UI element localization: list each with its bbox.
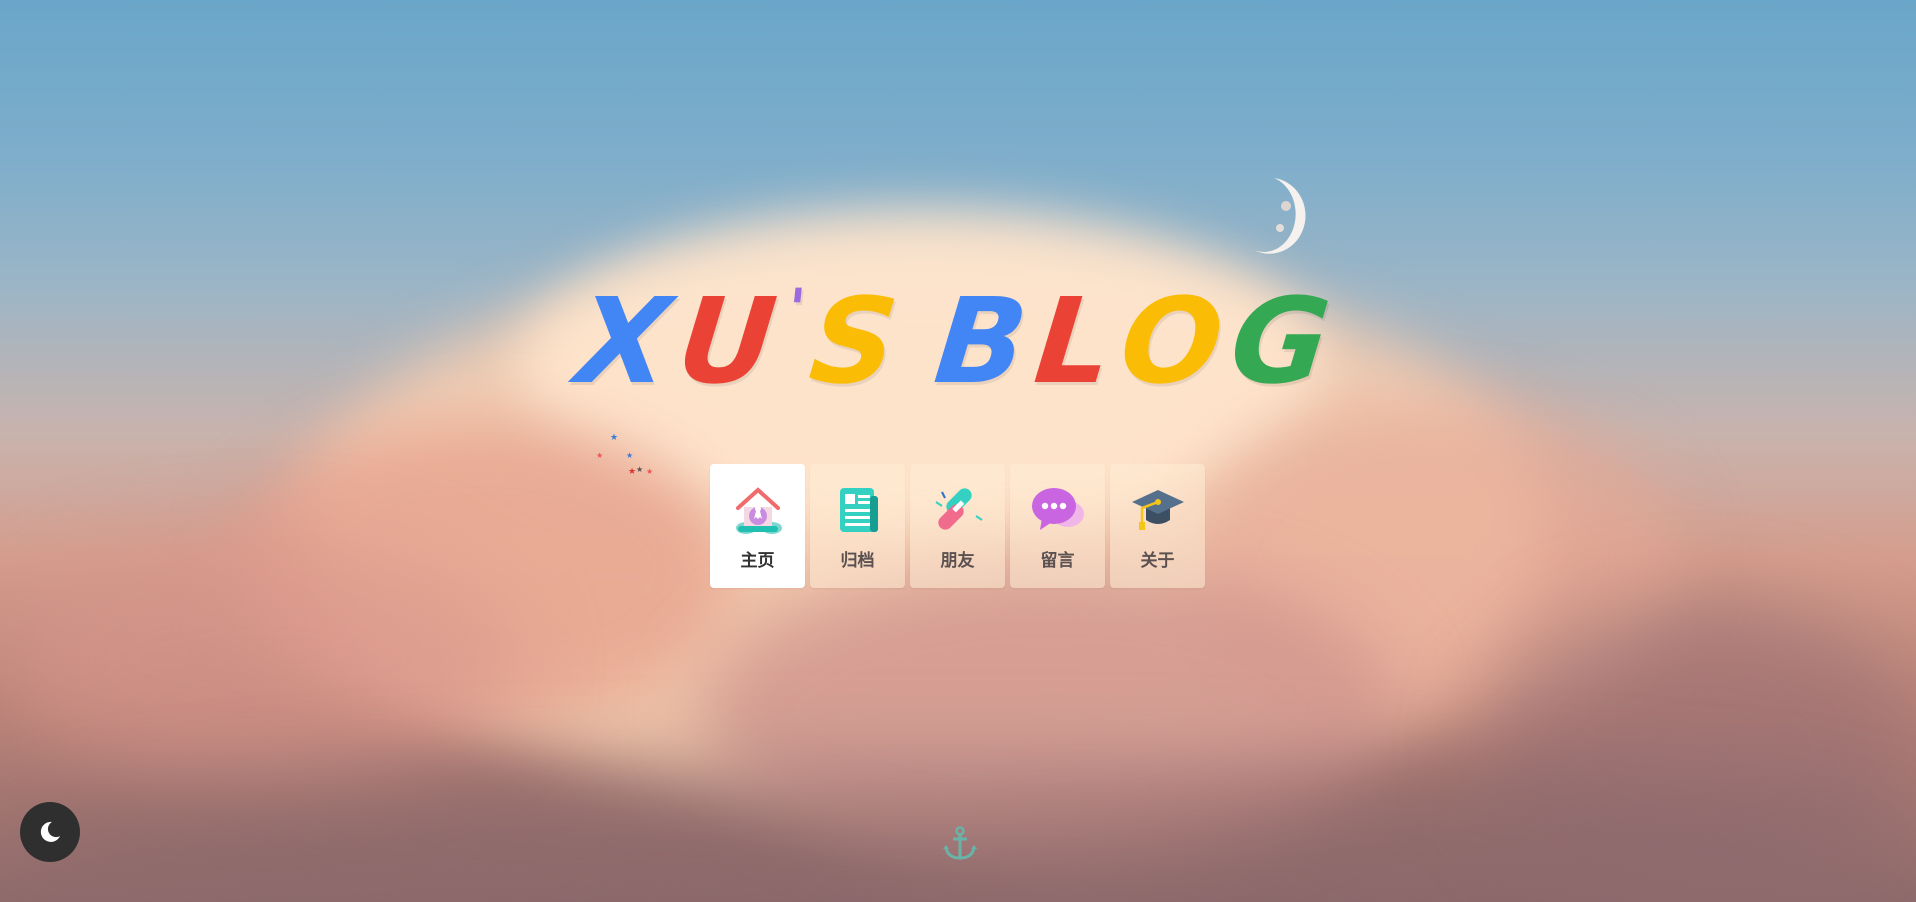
sparkle-decoration: ★ ★ ★ ★ ★ ★: [596, 433, 653, 477]
nav-label-archive: 归档: [840, 551, 875, 571]
svg-text:★: ★: [628, 467, 636, 477]
svg-text:★: ★: [626, 451, 633, 460]
nav-item-archive[interactable]: 归档: [810, 464, 905, 588]
moon-decoration: [1254, 178, 1306, 254]
title-letter: S: [803, 272, 914, 410]
svg-text:★: ★: [646, 467, 653, 476]
title-letter: O: [1113, 272, 1239, 410]
nav-item-friends[interactable]: 朋友: [910, 464, 1005, 588]
title-letter: U: [671, 272, 792, 410]
nav-label-friends: 朋友: [940, 551, 975, 571]
nav-label-about: 关于: [1140, 551, 1175, 571]
main-nav: 主页 归档 朋友 留言 关于: [710, 464, 1205, 588]
theme-toggle-button[interactable]: [20, 802, 80, 862]
blog-title[interactable]: XU'S BLOG: [570, 272, 1346, 410]
title-letter: G: [1224, 272, 1346, 410]
blog-title-wrap: XU'S BLOG: [0, 272, 1916, 410]
nav-item-about[interactable]: 关于: [1110, 464, 1205, 588]
message-icon: [1031, 488, 1084, 530]
svg-text:★: ★: [596, 451, 603, 460]
title-letter: X: [570, 272, 686, 410]
graduation-cap-icon: [1131, 490, 1184, 530]
title-letter: B: [928, 272, 1044, 410]
moon-icon: [40, 821, 60, 842]
svg-text:★: ★: [636, 465, 643, 474]
home-icon: [735, 487, 782, 534]
svg-text:★: ★: [610, 433, 618, 443]
background-sky: [0, 0, 1916, 902]
archive-icon: [839, 488, 878, 532]
nav-label-message: 留言: [1040, 551, 1075, 571]
title-letter: L: [1028, 272, 1129, 410]
anchor-icon[interactable]: [940, 824, 980, 864]
nav-item-home[interactable]: 主页: [710, 464, 805, 588]
link-icon: [934, 488, 983, 530]
nav-item-message[interactable]: 留言: [1010, 464, 1105, 588]
nav-label-home: 主页: [740, 551, 775, 571]
